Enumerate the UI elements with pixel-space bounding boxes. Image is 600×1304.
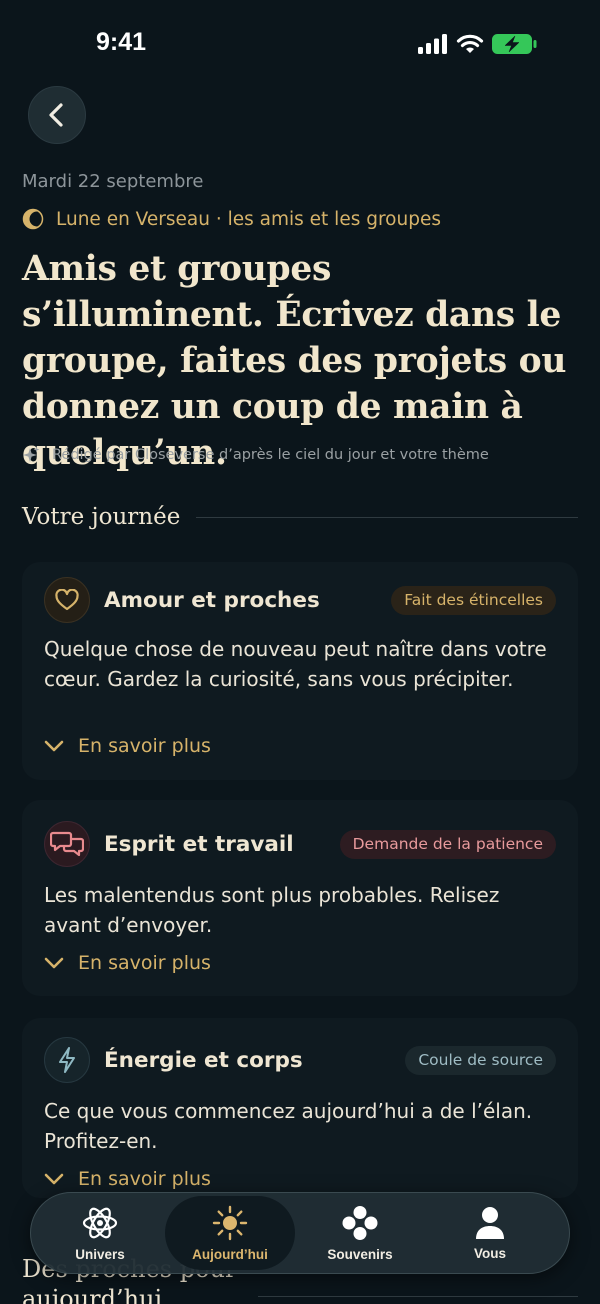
tab-vous[interactable]: Vous bbox=[425, 1196, 555, 1270]
status-badge: Demande de la patience bbox=[339, 829, 556, 859]
section-title: Votre journée bbox=[22, 504, 181, 530]
card-title: Amour et proches bbox=[104, 587, 320, 613]
expand-button[interactable]: En savoir plus bbox=[44, 735, 211, 757]
section-divider bbox=[196, 516, 578, 518]
card-body: Les malentendus sont plus probables. Rel… bbox=[44, 883, 500, 937]
card-header: Esprit et travail Demande de la patience bbox=[44, 820, 556, 868]
credit-line: Rédigé par Closeverse d’après le ciel du… bbox=[22, 446, 489, 464]
tab-aujourdhui[interactable]: Aujourd’hui bbox=[165, 1196, 295, 1270]
tab-label: Vous bbox=[473, 1245, 506, 1261]
signal-icon bbox=[418, 34, 447, 54]
status-time: 9:41 bbox=[96, 28, 147, 56]
chevron-left-icon bbox=[49, 103, 63, 127]
moon-icon bbox=[22, 208, 44, 230]
card-energy[interactable]: Énergie et corps Coule de source Ce que … bbox=[22, 1018, 578, 1198]
headline: Amis et groupes s’illuminent. Écrivez da… bbox=[22, 249, 567, 473]
chevron-down-icon bbox=[44, 957, 64, 969]
expand-label: En savoir plus bbox=[78, 952, 211, 974]
expand-button[interactable]: En savoir plus bbox=[44, 952, 211, 974]
lightning-icon bbox=[59, 1047, 75, 1073]
card-body: Quelque chose de nouveau peut naître dan… bbox=[44, 637, 547, 691]
card-icon-wrap bbox=[44, 577, 90, 623]
person-icon bbox=[476, 1206, 504, 1239]
status-icons bbox=[418, 33, 538, 55]
chevron-down-icon bbox=[44, 740, 64, 752]
tab-univers[interactable]: Univers bbox=[35, 1196, 165, 1270]
status-badge: Coule de source bbox=[405, 1045, 556, 1075]
date-label: Mardi 22 septembre bbox=[22, 171, 204, 192]
tab-label: Univers bbox=[75, 1246, 125, 1262]
status-badge: Fait des étincelles bbox=[391, 585, 556, 615]
expand-label: En savoir plus bbox=[78, 1168, 211, 1190]
card-body: Ce que vous commencez aujourd’hui a de l… bbox=[44, 1099, 533, 1153]
card-header: Amour et proches Fait des étincelles bbox=[44, 576, 556, 624]
card-title: Énergie et corps bbox=[104, 1047, 303, 1073]
tab-souvenirs[interactable]: Souvenirs bbox=[295, 1196, 425, 1270]
credit-text: Rédigé par Closeverse d’après le ciel du… bbox=[52, 447, 489, 463]
moon-text: Lune en Verseau · les amis et les groupe… bbox=[56, 208, 441, 230]
chevron-down-icon bbox=[44, 1173, 64, 1185]
expand-button[interactable]: En savoir plus bbox=[44, 1168, 211, 1190]
card-icon-wrap bbox=[44, 1037, 90, 1083]
card-mind[interactable]: Esprit et travail Demande de la patience… bbox=[22, 800, 578, 996]
section-header: Votre journée bbox=[22, 504, 578, 530]
battery-charging-icon bbox=[492, 34, 537, 54]
tab-label: Souvenirs bbox=[327, 1246, 393, 1262]
atom-icon bbox=[82, 1207, 118, 1238]
expand-label: En savoir plus bbox=[78, 735, 211, 757]
card-header: Énergie et corps Coule de source bbox=[44, 1036, 556, 1084]
card-title: Esprit et travail bbox=[104, 831, 294, 857]
tab-bar: Univers Aujourd’hui Souvenirs Vous bbox=[30, 1192, 570, 1274]
back-button[interactable] bbox=[28, 86, 86, 144]
card-love[interactable]: Amour et proches Fait des étincelles Que… bbox=[22, 562, 578, 780]
chat-bubbles-icon bbox=[50, 831, 84, 857]
moon-line: Lune en Verseau · les amis et les groupe… bbox=[22, 208, 441, 230]
heart-icon bbox=[55, 589, 79, 611]
flower-icon bbox=[342, 1205, 378, 1240]
wifi-icon bbox=[456, 34, 484, 53]
section-divider bbox=[258, 1295, 578, 1297]
sparkle-icon bbox=[23, 446, 40, 462]
card-icon-wrap bbox=[44, 821, 90, 867]
sun-icon bbox=[212, 1205, 248, 1240]
status-bar: 9:41 bbox=[0, 0, 600, 88]
tab-label: Aujourd’hui bbox=[192, 1246, 268, 1262]
